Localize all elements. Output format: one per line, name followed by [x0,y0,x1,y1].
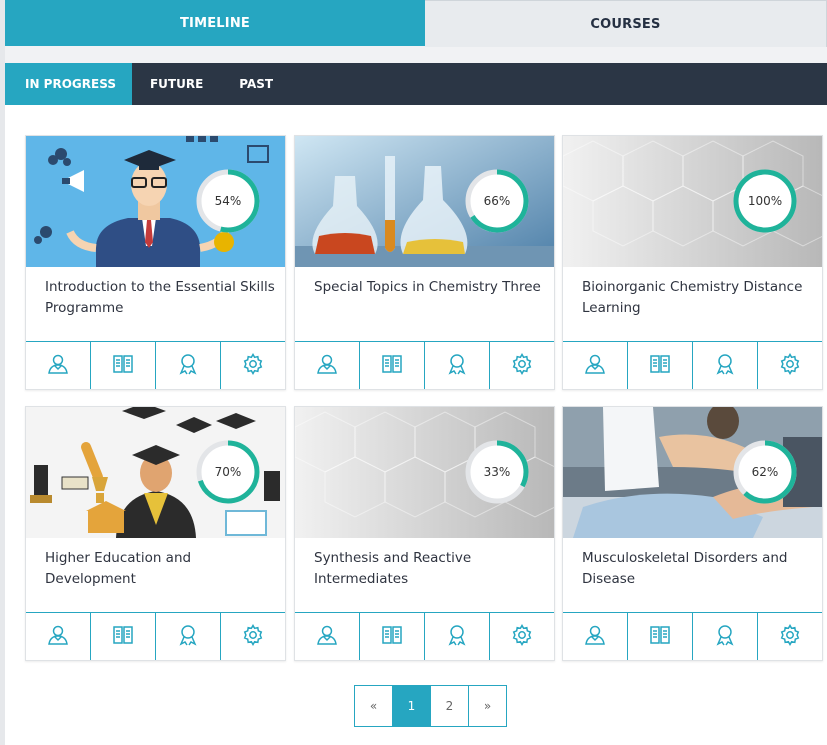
participants-icon [315,352,339,380]
participants-icon [46,352,70,380]
book-icon [111,352,135,380]
course-actions [563,341,822,389]
badges-button[interactable] [425,613,490,660]
course-content-button[interactable] [360,613,425,660]
top-tabs: TIMELINE COURSES [5,0,827,48]
course-content-button[interactable] [628,342,693,389]
course-title[interactable]: Synthesis and Reactive Intermediates [314,548,544,590]
badge-icon [713,623,737,651]
participants-icon [583,352,607,380]
participants-button[interactable] [26,342,91,389]
settings-icon [510,623,534,651]
course-actions [295,612,554,660]
course-title[interactable]: Special Topics in Chemistry Three [314,277,544,298]
badges-button[interactable] [156,613,221,660]
course-content-button[interactable] [360,342,425,389]
tab-courses[interactable]: COURSES [425,0,827,47]
tab-in-progress[interactable]: IN PROGRESS [5,63,132,113]
participants-icon [315,623,339,651]
book-icon [380,623,404,651]
course-card[interactable]: 62% Musculoskeletal Disorders and Disease [562,406,823,661]
course-actions [26,612,285,660]
participants-icon [583,623,607,651]
progress-percentage: 54% [214,194,242,208]
course-settings-button[interactable] [490,342,554,389]
course-settings-button[interactable] [758,613,822,660]
course-settings-button[interactable] [758,342,822,389]
progress-percentage: 100% [747,194,783,208]
tab-past[interactable]: PAST [221,63,291,105]
page: TIMELINE COURSES IN PROGRESS FUTURE PAST [0,0,827,745]
course-actions [563,612,822,660]
course-settings-button[interactable] [221,613,285,660]
badges-button[interactable] [693,342,758,389]
progress-percentage: 70% [214,465,242,479]
book-icon [111,623,135,651]
participants-button[interactable] [563,613,628,660]
prev-page-button[interactable]: « [354,685,393,727]
page-2-button[interactable]: 2 [431,685,469,727]
book-icon [648,352,672,380]
badges-button[interactable] [156,342,221,389]
settings-icon [241,623,265,651]
course-card[interactable]: 54% Introduction to the Essential Skills … [25,135,286,390]
course-card[interactable]: 66% Special Topics in Chemistry Three [294,135,555,390]
course-title[interactable]: Musculoskeletal Disorders and Disease [582,548,812,590]
course-title[interactable]: Higher Education and Development [45,548,275,590]
participants-button[interactable] [563,342,628,389]
course-settings-button[interactable] [490,613,554,660]
course-card[interactable]: 100% Bioinorganic Chemistry Distance Lear… [562,135,823,390]
progress-percentage: 62% [751,465,779,479]
settings-icon [778,623,802,651]
book-icon [648,623,672,651]
settings-icon [778,352,802,380]
course-list-panel: 54% Introduction to the Essential Skills … [5,105,827,745]
progress-percentage: 33% [483,465,511,479]
badges-button[interactable] [693,613,758,660]
course-title[interactable]: Introduction to the Essential Skills Pro… [45,277,275,319]
badge-icon [176,352,200,380]
badge-icon [176,623,200,651]
book-icon [380,352,404,380]
course-card[interactable]: 33% Synthesis and Reactive Intermediates [294,406,555,661]
course-card[interactable]: 70% Higher Education and Development [25,406,286,661]
page-1-button[interactable]: 1 [393,685,431,727]
badge-icon [713,352,737,380]
participants-icon [46,623,70,651]
settings-icon [241,352,265,380]
progress-percentage: 66% [483,194,511,208]
badge-icon [445,352,469,380]
tab-timeline[interactable]: TIMELINE [5,0,425,46]
status-tabs: IN PROGRESS FUTURE PAST [5,63,827,113]
pagination: « 1 2 » [354,685,507,727]
participants-button[interactable] [295,613,360,660]
tab-future[interactable]: FUTURE [132,63,221,105]
badges-button[interactable] [425,342,490,389]
participants-button[interactable] [295,342,360,389]
course-content-button[interactable] [91,342,156,389]
course-content-button[interactable] [91,613,156,660]
course-content-button[interactable] [628,613,693,660]
participants-button[interactable] [26,613,91,660]
settings-icon [510,352,534,380]
next-page-button[interactable]: » [469,685,507,727]
course-actions [26,341,285,389]
badge-icon [445,623,469,651]
course-title[interactable]: Bioinorganic Chemistry Distance Learning [582,277,812,319]
course-settings-button[interactable] [221,342,285,389]
course-actions [295,341,554,389]
